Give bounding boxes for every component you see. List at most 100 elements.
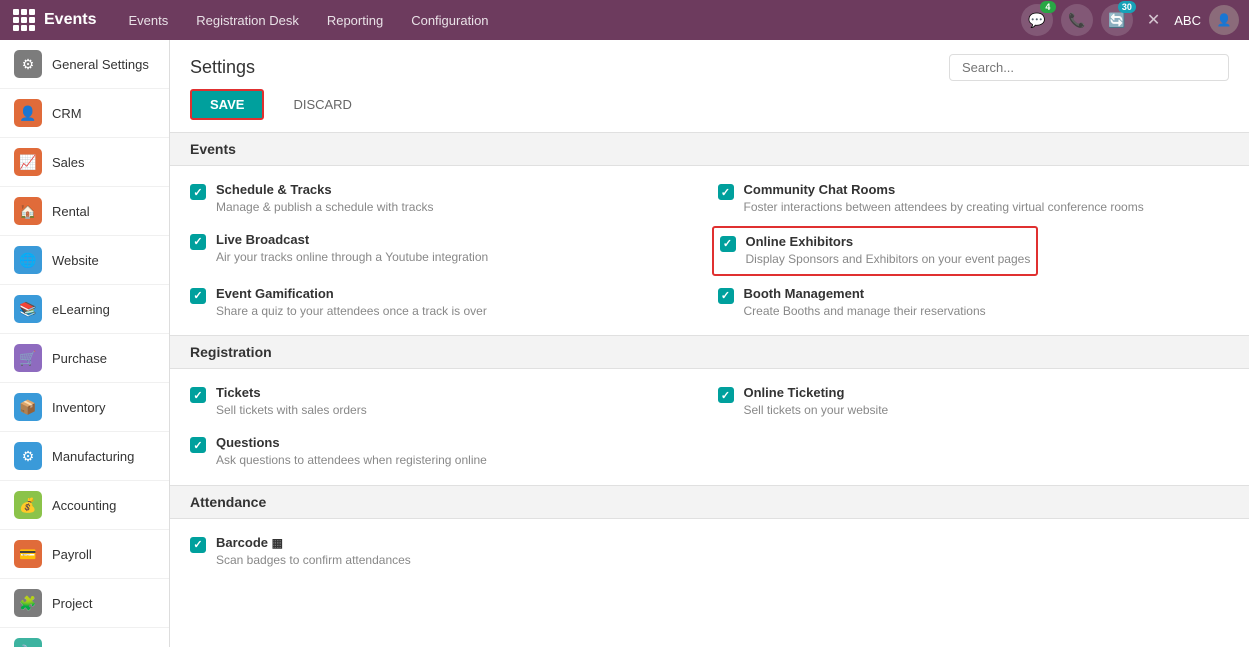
sidebar-item-field-service[interactable]: 🔧 Field Service <box>0 628 169 647</box>
label-questions: Questions <box>216 435 487 450</box>
menu-reporting[interactable]: Reporting <box>315 7 395 34</box>
desc-online-exhibitors: Display Sponsors and Exhibitors on your … <box>746 251 1031 268</box>
setting-online-ticketing: Online Ticketing Sell tickets on your we… <box>718 385 1230 419</box>
toolbar: SAVE DISCARD <box>170 89 1249 132</box>
activity-badge: 30 <box>1118 1 1136 13</box>
desc-questions: Ask questions to attendees when register… <box>216 452 487 469</box>
checkbox-booth-management[interactable] <box>718 288 734 304</box>
setting-event-gamification: Event Gamification Share a quiz to your … <box>190 286 702 320</box>
sidebar-item-website[interactable]: 🌐 Website <box>0 236 169 285</box>
section-header-attendance: Attendance <box>170 485 1249 519</box>
label-booth-management: Booth Management <box>744 286 986 301</box>
checkbox-tickets[interactable] <box>190 387 206 403</box>
sales-icon: 📈 <box>14 148 42 176</box>
desc-event-gamification: Share a quiz to your attendees once a tr… <box>216 303 487 320</box>
user-text: ABC <box>1174 13 1201 28</box>
section-content-registration: Tickets Sell tickets with sales orders O… <box>170 369 1249 485</box>
label-live-broadcast: Live Broadcast <box>216 232 488 247</box>
desc-barcode: Scan badges to confirm attendances <box>216 552 411 569</box>
setting-live-broadcast: Live Broadcast Air your tracks online th… <box>190 232 702 270</box>
setting-community-chat: Community Chat Rooms Foster interactions… <box>718 182 1230 216</box>
label-online-exhibitors: Online Exhibitors <box>746 234 1031 249</box>
sidebar: ⚙ General Settings 👤 CRM 📈 Sales 🏠 Renta… <box>0 40 170 647</box>
sidebar-item-payroll[interactable]: 💳 Payroll <box>0 530 169 579</box>
app-title: Events <box>44 11 96 29</box>
setting-schedule-tracks: Schedule & Tracks Manage & publish a sch… <box>190 182 702 216</box>
chat-icon-btn[interactable]: 💬 4 <box>1021 4 1053 36</box>
sidebar-item-crm[interactable]: 👤 CRM <box>0 89 169 138</box>
checkbox-barcode[interactable] <box>190 537 206 553</box>
save-button[interactable]: SAVE <box>190 89 264 120</box>
label-barcode: Barcode ▦ <box>216 535 411 550</box>
menu-configuration[interactable]: Configuration <box>399 7 500 34</box>
app-grid-icon[interactable] <box>10 6 38 34</box>
setting-booth-management: Booth Management Create Booths and manag… <box>718 286 1230 320</box>
sidebar-item-inventory[interactable]: 📦 Inventory <box>0 383 169 432</box>
sidebar-item-purchase[interactable]: 🛒 Purchase <box>0 334 169 383</box>
topnav: Events Events Registration Desk Reportin… <box>0 0 1249 40</box>
sidebar-item-manufacturing[interactable]: ⚙ Manufacturing <box>0 432 169 481</box>
menu-events[interactable]: Events <box>116 7 180 34</box>
desc-schedule-tracks: Manage & publish a schedule with tracks <box>216 199 433 216</box>
sidebar-label-manufacturing: Manufacturing <box>52 449 134 464</box>
sidebar-label-purchase: Purchase <box>52 351 107 366</box>
checkbox-online-ticketing[interactable] <box>718 387 734 403</box>
label-online-ticketing: Online Ticketing <box>744 385 889 400</box>
barcode-icon: ▦ <box>272 536 283 550</box>
sidebar-label-project: Project <box>52 596 92 611</box>
desc-live-broadcast: Air your tracks online through a Youtube… <box>216 249 488 266</box>
accounting-icon: 💰 <box>14 491 42 519</box>
topnav-right: 💬 4 📞 🔄 30 ✕ ABC 👤 <box>1021 4 1239 36</box>
section-content-events: Schedule & Tracks Manage & publish a sch… <box>170 166 1249 335</box>
sidebar-item-elearning[interactable]: 📚 eLearning <box>0 285 169 334</box>
chat-badge: 4 <box>1040 1 1056 13</box>
sidebar-item-rental[interactable]: 🏠 Rental <box>0 187 169 236</box>
desc-community-chat: Foster interactions between attendees by… <box>744 199 1144 216</box>
sidebar-item-sales[interactable]: 📈 Sales <box>0 138 169 187</box>
page-title: Settings <box>190 57 255 78</box>
user-avatar[interactable]: 👤 <box>1209 5 1239 35</box>
search-input[interactable] <box>949 54 1229 81</box>
project-icon: 🧩 <box>14 589 42 617</box>
elearning-icon: 📚 <box>14 295 42 323</box>
sidebar-label-inventory: Inventory <box>52 400 105 415</box>
main-container: ⚙ General Settings 👤 CRM 📈 Sales 🏠 Renta… <box>0 40 1249 647</box>
checkbox-event-gamification[interactable] <box>190 288 206 304</box>
settings-header: Settings <box>170 40 1249 89</box>
online-exhibitors-highlight: Online Exhibitors Display Sponsors and E… <box>712 226 1039 276</box>
sidebar-label-payroll: Payroll <box>52 547 92 562</box>
activity-icon-btn[interactable]: 🔄 30 <box>1101 4 1133 36</box>
sidebar-item-general-settings[interactable]: ⚙ General Settings <box>0 40 169 89</box>
setting-online-exhibitors: Online Exhibitors Display Sponsors and E… <box>718 232 1230 270</box>
desc-tickets: Sell tickets with sales orders <box>216 402 367 419</box>
setting-questions: Questions Ask questions to attendees whe… <box>190 435 702 469</box>
general-settings-icon: ⚙ <box>14 50 42 78</box>
setting-barcode: Barcode ▦ Scan badges to confirm attenda… <box>190 535 702 569</box>
checkbox-live-broadcast[interactable] <box>190 234 206 250</box>
discard-button[interactable]: DISCARD <box>274 89 371 120</box>
sidebar-label-sales: Sales <box>52 155 85 170</box>
checkbox-questions[interactable] <box>190 437 206 453</box>
checkbox-schedule-tracks[interactable] <box>190 184 206 200</box>
manufacturing-icon: ⚙ <box>14 442 42 470</box>
purchase-icon: 🛒 <box>14 344 42 372</box>
menu-registration-desk[interactable]: Registration Desk <box>184 7 311 34</box>
crm-icon: 👤 <box>14 99 42 127</box>
content-area: Settings SAVE DISCARD Events Schedule & … <box>170 40 1249 647</box>
section-header-events: Events <box>170 132 1249 166</box>
topnav-menu: Events Registration Desk Reporting Confi… <box>116 7 500 34</box>
sidebar-item-accounting[interactable]: 💰 Accounting <box>0 481 169 530</box>
label-event-gamification: Event Gamification <box>216 286 487 301</box>
close-btn[interactable]: ✕ <box>1141 6 1166 34</box>
setting-tickets: Tickets Sell tickets with sales orders <box>190 385 702 419</box>
sidebar-item-project[interactable]: 🧩 Project <box>0 579 169 628</box>
checkbox-online-exhibitors[interactable] <box>720 236 736 252</box>
phone-icon-btn[interactable]: 📞 <box>1061 4 1093 36</box>
section-content-attendance: Barcode ▦ Scan badges to confirm attenda… <box>170 519 1249 585</box>
checkbox-community-chat[interactable] <box>718 184 734 200</box>
desc-booth-management: Create Booths and manage their reservati… <box>744 303 986 320</box>
field-service-icon: 🔧 <box>14 638 42 647</box>
sidebar-label-elearning: eLearning <box>52 302 110 317</box>
desc-online-ticketing: Sell tickets on your website <box>744 402 889 419</box>
rental-icon: 🏠 <box>14 197 42 225</box>
